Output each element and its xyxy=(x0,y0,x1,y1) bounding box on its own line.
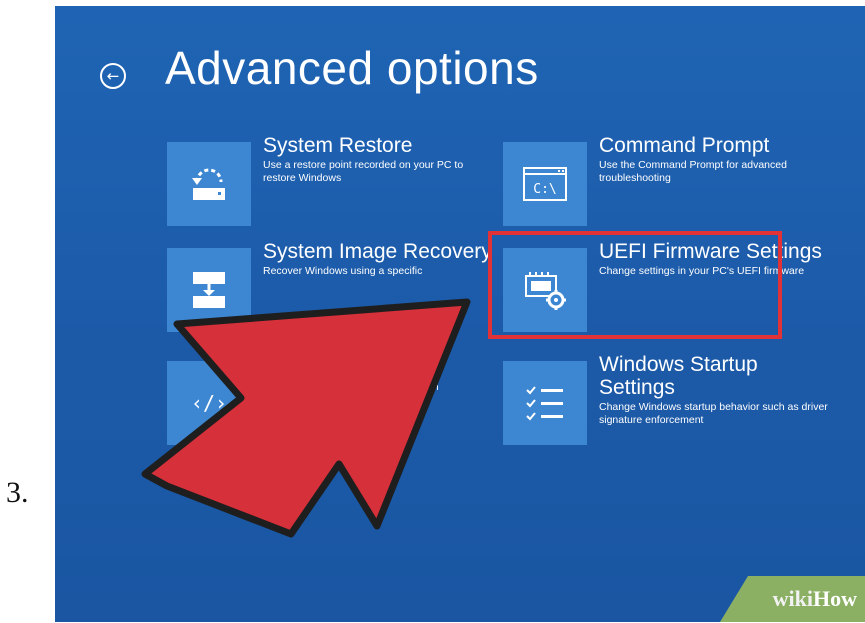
step-number: 3. xyxy=(6,476,29,509)
advanced-options-screen: ← Advanced options System Restore Use a … xyxy=(55,6,865,622)
wikihow-logo: wikiHow xyxy=(772,586,857,611)
pointer-arrow-icon xyxy=(141,298,471,538)
